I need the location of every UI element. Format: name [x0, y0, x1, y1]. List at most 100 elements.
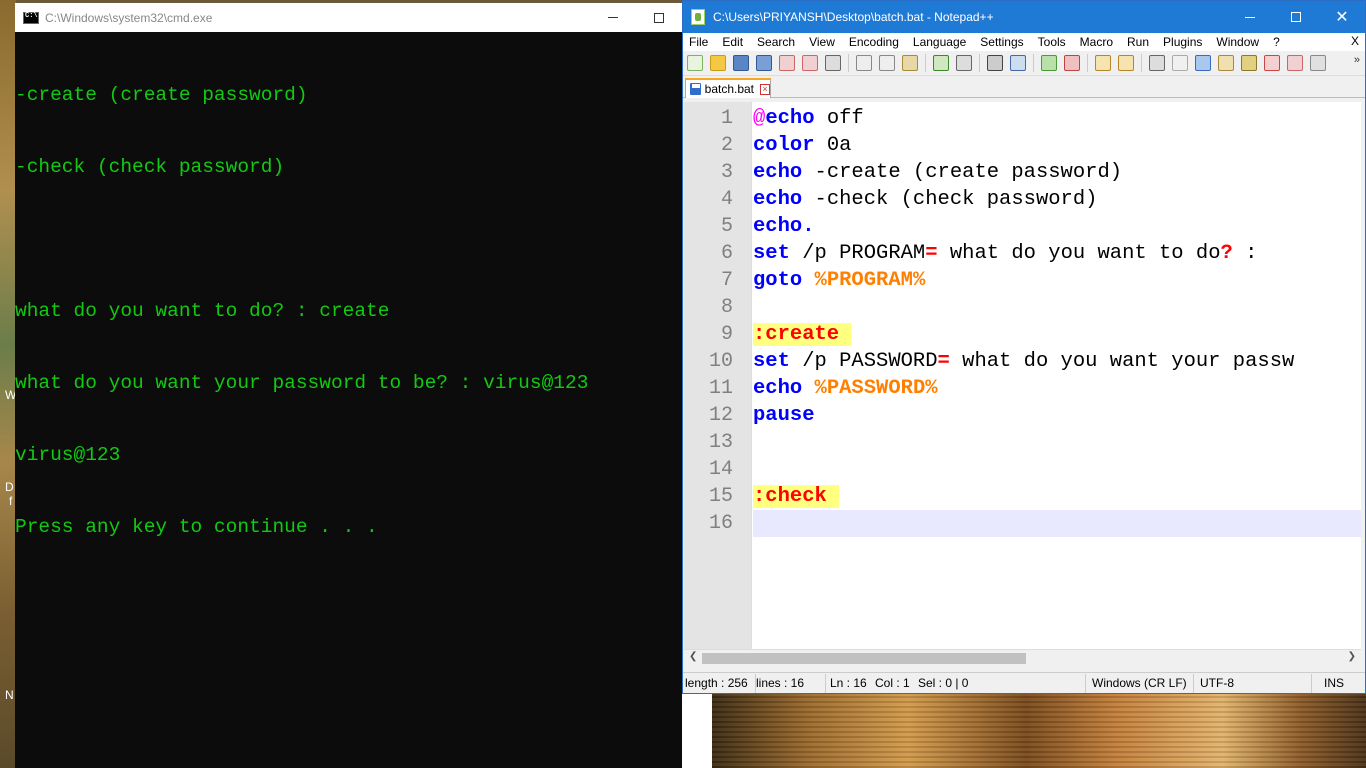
- menu-help[interactable]: ?: [1273, 35, 1280, 49]
- console-output[interactable]: -create (create password) -check (check …: [15, 32, 682, 587]
- code-line: echo.: [753, 213, 815, 240]
- cmd-icon[interactable]: [23, 11, 39, 24]
- code-text: off: [814, 107, 864, 130]
- minimize-icon: [608, 17, 618, 18]
- menu-tools[interactable]: Tools: [1038, 35, 1066, 49]
- cmd-window-title: C:\Windows\system32\cmd.exe: [45, 10, 213, 25]
- code-line: echo -check (check password): [753, 186, 1097, 213]
- keyword: echo: [753, 377, 803, 400]
- word-wrap-icon[interactable]: [1149, 55, 1165, 71]
- status-encoding[interactable]: UTF-8: [1194, 673, 1312, 693]
- doc-map-icon[interactable]: [1218, 55, 1234, 71]
- tab-batch-bat[interactable]: batch.bat ×: [685, 78, 771, 98]
- console-line: Press any key to continue . . .: [15, 516, 378, 538]
- menu-encoding[interactable]: Encoding: [849, 35, 899, 49]
- menu-edit[interactable]: Edit: [722, 35, 743, 49]
- console-line: what do you want to do? : create: [15, 300, 390, 322]
- cmd-window[interactable]: C:\Windows\system32\cmd.exe -create (cre…: [15, 3, 682, 768]
- code-line: set /p PROGRAM= what do you want to do? …: [753, 240, 1257, 267]
- batch-label: :check: [753, 485, 839, 508]
- minimize-icon: [1245, 16, 1255, 18]
- minimize-button[interactable]: [590, 3, 636, 32]
- scroll-left-icon[interactable]: ❮: [689, 651, 697, 662]
- close-button[interactable]: ✕: [1319, 1, 1365, 33]
- close-tab-icon[interactable]: ×: [760, 83, 770, 95]
- status-bar: length : 256 lines : 16 Ln : 16 Col : 1 …: [683, 672, 1365, 693]
- current-line-highlight: [753, 510, 1361, 537]
- tab-label: batch.bat: [704, 82, 755, 96]
- show-all-chars-icon[interactable]: [1172, 55, 1188, 71]
- maximize-button[interactable]: [636, 3, 682, 32]
- replace-icon[interactable]: [1010, 55, 1026, 71]
- line-number: 5: [720, 215, 733, 238]
- wallpaper-bottom-strip: [712, 694, 1366, 768]
- find-icon[interactable]: [987, 55, 1003, 71]
- redo-icon[interactable]: [956, 55, 972, 71]
- paste-icon[interactable]: [902, 55, 918, 71]
- keyword: echo: [753, 188, 803, 211]
- macro-stop-icon[interactable]: [1287, 55, 1303, 71]
- line-number: 9: [720, 323, 733, 346]
- scroll-right-icon[interactable]: ❯: [1348, 651, 1356, 662]
- zoom-in-icon[interactable]: [1041, 55, 1057, 71]
- cut-icon[interactable]: [856, 55, 872, 71]
- horizontal-scrollbar[interactable]: ❮ ❯: [684, 649, 1361, 666]
- notepadpp-logo-icon[interactable]: [691, 9, 705, 25]
- menu-language[interactable]: Language: [913, 35, 966, 49]
- code-line: pause: [753, 402, 815, 429]
- line-number: 4: [720, 188, 733, 211]
- notepadpp-window[interactable]: C:\Users\PRIYANSH\Desktop\batch.bat - No…: [682, 0, 1366, 694]
- open-file-icon[interactable]: [710, 55, 726, 71]
- menu-view[interactable]: View: [809, 35, 835, 49]
- maximize-button[interactable]: [1273, 1, 1319, 33]
- toolbar: »: [683, 51, 1365, 76]
- print-icon[interactable]: [825, 55, 841, 71]
- status-insert-mode[interactable]: INS: [1312, 674, 1362, 693]
- status-eol[interactable]: Windows (CR LF): [1086, 673, 1194, 693]
- menu-run[interactable]: Run: [1127, 35, 1149, 49]
- desktop-icon-label[interactable]: N: [5, 688, 14, 702]
- monitoring-icon[interactable]: [1310, 55, 1326, 71]
- keyword: color: [753, 134, 815, 157]
- menu-search[interactable]: Search: [757, 35, 795, 49]
- scrollbar-thumb[interactable]: [702, 653, 1026, 664]
- console-line: -create (create password): [15, 84, 308, 106]
- desktop-icon-label[interactable]: D: [5, 480, 14, 494]
- npp-title-bar[interactable]: C:\Users\PRIYANSH\Desktop\batch.bat - No…: [683, 1, 1365, 33]
- close-document-button[interactable]: X: [1351, 34, 1359, 48]
- new-file-icon[interactable]: [687, 55, 703, 71]
- menu-macro[interactable]: Macro: [1080, 35, 1113, 49]
- menu-plugins[interactable]: Plugins: [1163, 35, 1202, 49]
- sync-horizontal-icon[interactable]: [1118, 55, 1134, 71]
- npp-window-title: C:\Users\PRIYANSH\Desktop\batch.bat - No…: [713, 10, 994, 24]
- maximize-icon: [654, 12, 664, 23]
- cmd-title-bar[interactable]: C:\Windows\system32\cmd.exe: [15, 3, 682, 32]
- menu-window[interactable]: Window: [1216, 35, 1259, 49]
- menu-bar: File Edit Search View Encoding Language …: [683, 33, 1365, 51]
- toolbar-separator: [1087, 54, 1088, 72]
- save-all-icon[interactable]: [756, 55, 772, 71]
- minimize-button[interactable]: [1227, 1, 1273, 33]
- code-text: /p PROGRAM: [789, 242, 926, 265]
- close-all-icon[interactable]: [802, 55, 818, 71]
- indent-guide-icon[interactable]: [1195, 55, 1211, 71]
- menu-settings[interactable]: Settings: [980, 35, 1023, 49]
- operator: =: [925, 242, 938, 265]
- menu-file[interactable]: File: [689, 35, 708, 49]
- macro-record-icon[interactable]: [1264, 55, 1280, 71]
- copy-icon[interactable]: [879, 55, 895, 71]
- toolbar-separator: [1033, 54, 1034, 72]
- sync-vertical-icon[interactable]: [1095, 55, 1111, 71]
- desktop-icon-label[interactable]: f: [9, 494, 12, 508]
- zoom-out-icon[interactable]: [1064, 55, 1080, 71]
- function-list-icon[interactable]: [1241, 55, 1257, 71]
- code-editor[interactable]: 1 2 3 4 5 6 7 8 9 10 11 12 13 14 15 16 @…: [684, 102, 1361, 649]
- toolbar-overflow-icon[interactable]: »: [1354, 54, 1360, 66]
- code-text: -check (check password): [802, 188, 1098, 211]
- undo-icon[interactable]: [933, 55, 949, 71]
- code-text: 0a: [814, 134, 852, 157]
- batch-label: :create: [753, 323, 852, 346]
- close-file-icon[interactable]: [779, 55, 795, 71]
- save-icon[interactable]: [733, 55, 749, 71]
